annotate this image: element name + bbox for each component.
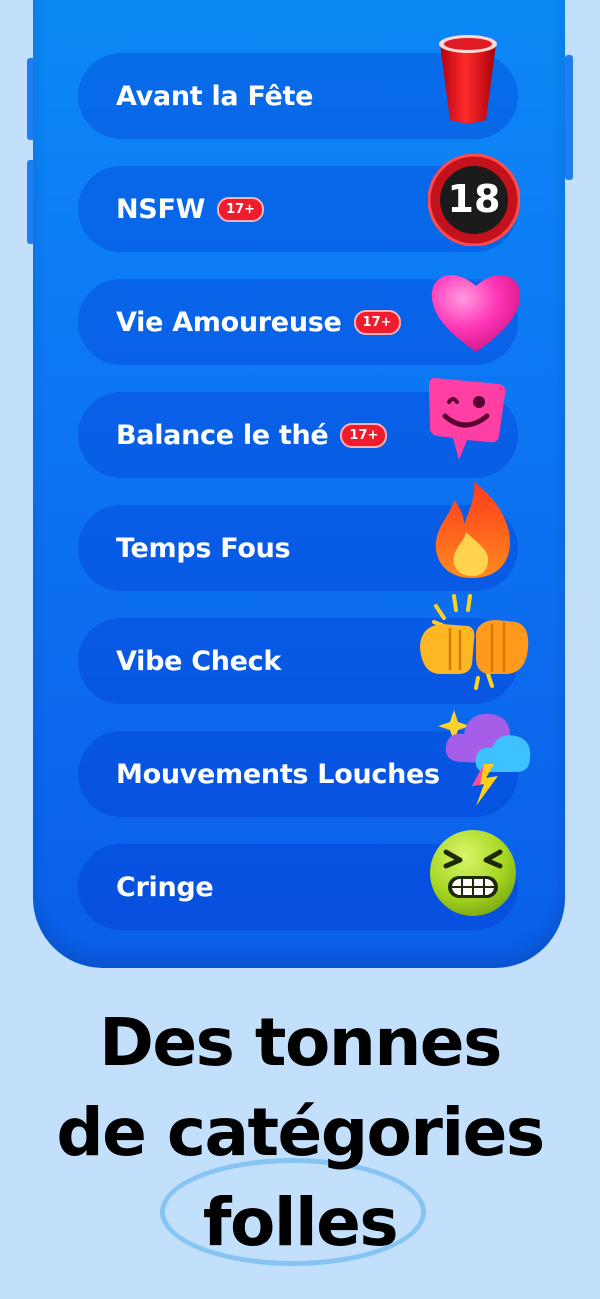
headline-line-1: Des tonnes xyxy=(99,1004,502,1081)
eighteen-sign-text: 18 xyxy=(447,177,501,221)
category-label: Mouvements Louches xyxy=(116,758,440,790)
winking-speech-bubble-icon xyxy=(429,378,506,460)
category-label: NSFW xyxy=(116,193,206,225)
category-label: Vie Amoureuse xyxy=(116,306,342,338)
fist-bump-icon xyxy=(420,594,529,690)
headline-line-3: folles xyxy=(202,1184,399,1261)
eighteen-sign-icon: 18 xyxy=(427,153,521,247)
category-label: Cringe xyxy=(116,871,214,903)
storm-cloud-icon xyxy=(438,710,531,806)
pink-heart-icon xyxy=(431,275,521,352)
category-label: Avant la Fête xyxy=(116,80,314,112)
category-label: Temps Fous xyxy=(116,532,291,564)
age-badge: 17+ xyxy=(217,196,265,222)
headline: Des tonnes de catégories folles xyxy=(0,998,600,1268)
headline-line-2: de catégories xyxy=(56,1094,545,1171)
category-label: Balance le thé xyxy=(116,419,329,451)
red-cup-icon xyxy=(439,35,497,123)
age-badge: 17+ xyxy=(340,422,388,448)
fire-icon xyxy=(435,482,510,578)
category-label: Vibe Check xyxy=(116,645,282,677)
age-badge: 17+ xyxy=(353,309,401,335)
grimacing-face-icon xyxy=(430,830,516,916)
